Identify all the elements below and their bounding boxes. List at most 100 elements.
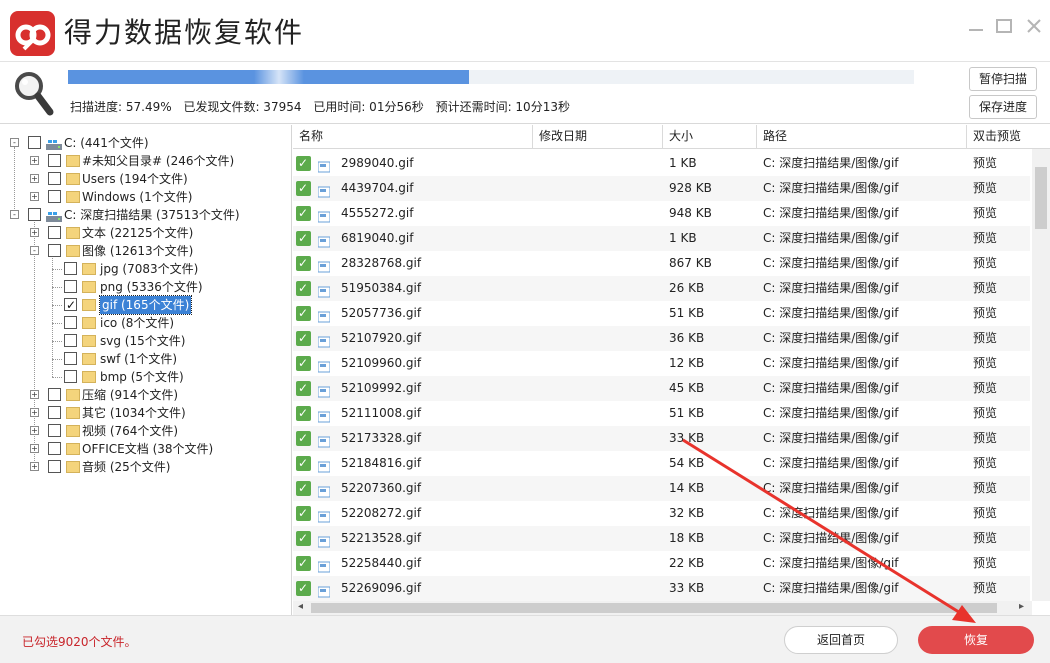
row-checkbox[interactable] <box>296 251 311 276</box>
tree-checkbox[interactable] <box>28 136 41 149</box>
tree-node[interactable]: + Users (194个文件) <box>0 170 290 188</box>
scroll-left-icon[interactable]: ◂ <box>298 601 303 612</box>
table-row[interactable]: 52269096.gif 33 KB C: 深度扫描结果/图像/gif 预览 <box>293 576 1030 601</box>
vertical-scrollbar[interactable] <box>1032 149 1050 601</box>
row-checkbox[interactable] <box>296 301 311 326</box>
expand-icon[interactable]: + <box>30 156 39 165</box>
preview-link[interactable]: 预览 <box>973 576 997 601</box>
table-row[interactable]: 4555272.gif 948 KB C: 深度扫描结果/图像/gif 预览 <box>293 201 1030 226</box>
tree-checkbox[interactable] <box>64 262 77 275</box>
tree-checkbox[interactable] <box>48 172 61 185</box>
table-row[interactable]: 52184816.gif 54 KB C: 深度扫描结果/图像/gif 预览 <box>293 451 1030 476</box>
preview-link[interactable]: 预览 <box>973 551 997 576</box>
table-row[interactable]: 52109960.gif 12 KB C: 深度扫描结果/图像/gif 预览 <box>293 351 1030 376</box>
tree-checkbox[interactable] <box>48 190 61 203</box>
tree-node[interactable]: + 其它 (1034个文件) <box>0 404 290 422</box>
tree-checkbox[interactable] <box>48 244 61 257</box>
tree-checkbox[interactable] <box>48 406 61 419</box>
expand-icon[interactable]: + <box>30 462 39 471</box>
tree-checkbox[interactable] <box>28 208 41 221</box>
save-progress-button[interactable]: 保存进度 <box>969 95 1037 119</box>
table-row[interactable]: 52107920.gif 36 KB C: 深度扫描结果/图像/gif 预览 <box>293 326 1030 351</box>
table-row[interactable]: 52111008.gif 51 KB C: 深度扫描结果/图像/gif 预览 <box>293 401 1030 426</box>
collapse-icon[interactable]: - <box>30 246 39 255</box>
table-row[interactable]: 2989040.gif 1 KB C: 深度扫描结果/图像/gif 预览 <box>293 151 1030 176</box>
preview-link[interactable]: 预览 <box>973 251 997 276</box>
row-checkbox[interactable] <box>296 551 311 576</box>
table-row[interactable]: 6819040.gif 1 KB C: 深度扫描结果/图像/gif 预览 <box>293 226 1030 251</box>
row-checkbox[interactable] <box>296 526 311 551</box>
row-checkbox[interactable] <box>296 476 311 501</box>
tree-node[interactable]: + Windows (1个文件) <box>0 188 290 206</box>
tree-node[interactable]: + OFFICE文档 (38个文件) <box>0 440 290 458</box>
tree-node[interactable]: jpg (7083个文件) <box>0 260 290 278</box>
preview-link[interactable]: 预览 <box>973 326 997 351</box>
vertical-scroll-thumb[interactable] <box>1035 167 1047 229</box>
collapse-icon[interactable]: - <box>10 210 19 219</box>
tree-node[interactable]: ico (8个文件) <box>0 314 290 332</box>
tree-checkbox[interactable] <box>64 352 77 365</box>
tree-node[interactable]: png (5336个文件) <box>0 278 290 296</box>
row-checkbox[interactable] <box>296 151 311 176</box>
preview-link[interactable]: 预览 <box>973 301 997 326</box>
tree-checkbox[interactable] <box>48 424 61 437</box>
tree-checkbox[interactable] <box>48 388 61 401</box>
preview-link[interactable]: 预览 <box>973 501 997 526</box>
preview-link[interactable]: 预览 <box>973 451 997 476</box>
preview-link[interactable]: 预览 <box>973 351 997 376</box>
table-row[interactable]: 52208272.gif 32 KB C: 深度扫描结果/图像/gif 预览 <box>293 501 1030 526</box>
table-row[interactable]: 52173328.gif 33 KB C: 深度扫描结果/图像/gif 预览 <box>293 426 1030 451</box>
column-header-date[interactable]: 修改日期 <box>533 125 663 149</box>
row-checkbox[interactable] <box>296 576 311 601</box>
table-row[interactable]: 28328768.gif 867 KB C: 深度扫描结果/图像/gif 预览 <box>293 251 1030 276</box>
expand-icon[interactable]: + <box>30 228 39 237</box>
preview-link[interactable]: 预览 <box>973 226 997 251</box>
column-header-path[interactable]: 路径 <box>757 125 967 149</box>
row-checkbox[interactable] <box>296 226 311 251</box>
preview-link[interactable]: 预览 <box>973 376 997 401</box>
tree-checkbox[interactable] <box>64 334 77 347</box>
collapse-icon[interactable]: - <box>10 138 19 147</box>
tree-checkbox[interactable] <box>48 460 61 473</box>
back-home-button[interactable]: 返回首页 <box>784 626 898 654</box>
row-checkbox[interactable] <box>296 176 311 201</box>
table-row[interactable]: 52213528.gif 18 KB C: 深度扫描结果/图像/gif 预览 <box>293 526 1030 551</box>
tree-node[interactable]: svg (15个文件) <box>0 332 290 350</box>
row-checkbox[interactable] <box>296 376 311 401</box>
column-header-name[interactable]: 名称 <box>293 125 533 149</box>
expand-icon[interactable]: + <box>30 444 39 453</box>
expand-icon[interactable]: + <box>30 174 39 183</box>
preview-link[interactable]: 预览 <box>973 401 997 426</box>
tree-node[interactable]: + 压缩 (914个文件) <box>0 386 290 404</box>
row-checkbox[interactable] <box>296 201 311 226</box>
row-checkbox[interactable] <box>296 426 311 451</box>
tree-checkbox[interactable] <box>64 280 77 293</box>
row-checkbox[interactable] <box>296 401 311 426</box>
expand-icon[interactable]: + <box>30 426 39 435</box>
table-row[interactable]: 52207360.gif 14 KB C: 深度扫描结果/图像/gif 预览 <box>293 476 1030 501</box>
horizontal-scrollbar[interactable]: ◂ ▸ <box>293 601 1032 615</box>
preview-link[interactable]: 预览 <box>973 526 997 551</box>
row-checkbox[interactable] <box>296 451 311 476</box>
tree-node[interactable]: + 视频 (764个文件) <box>0 422 290 440</box>
table-row[interactable]: 52109992.gif 45 KB C: 深度扫描结果/图像/gif 预览 <box>293 376 1030 401</box>
preview-link[interactable]: 预览 <box>973 151 997 176</box>
tree-node[interactable]: + #未知父目录# (246个文件) <box>0 152 290 170</box>
expand-icon[interactable]: + <box>30 408 39 417</box>
row-checkbox[interactable] <box>296 501 311 526</box>
expand-icon[interactable]: + <box>30 192 39 201</box>
tree-checkbox[interactable] <box>48 226 61 239</box>
tree-node[interactable]: + 文本 (22125个文件) <box>0 224 290 242</box>
table-row[interactable]: 52258440.gif 22 KB C: 深度扫描结果/图像/gif 预览 <box>293 551 1030 576</box>
tree-checkbox[interactable] <box>48 154 61 167</box>
column-header-size[interactable]: 大小 <box>663 125 757 149</box>
maximize-icon[interactable] <box>994 16 1014 36</box>
preview-link[interactable]: 预览 <box>973 201 997 226</box>
tree-checkbox[interactable] <box>48 442 61 455</box>
preview-link[interactable]: 预览 <box>973 426 997 451</box>
recover-button[interactable]: 恢复 <box>918 626 1034 654</box>
table-row[interactable]: 52057736.gif 51 KB C: 深度扫描结果/图像/gif 预览 <box>293 301 1030 326</box>
scroll-right-icon[interactable]: ▸ <box>1019 601 1024 612</box>
row-checkbox[interactable] <box>296 351 311 376</box>
preview-link[interactable]: 预览 <box>973 476 997 501</box>
